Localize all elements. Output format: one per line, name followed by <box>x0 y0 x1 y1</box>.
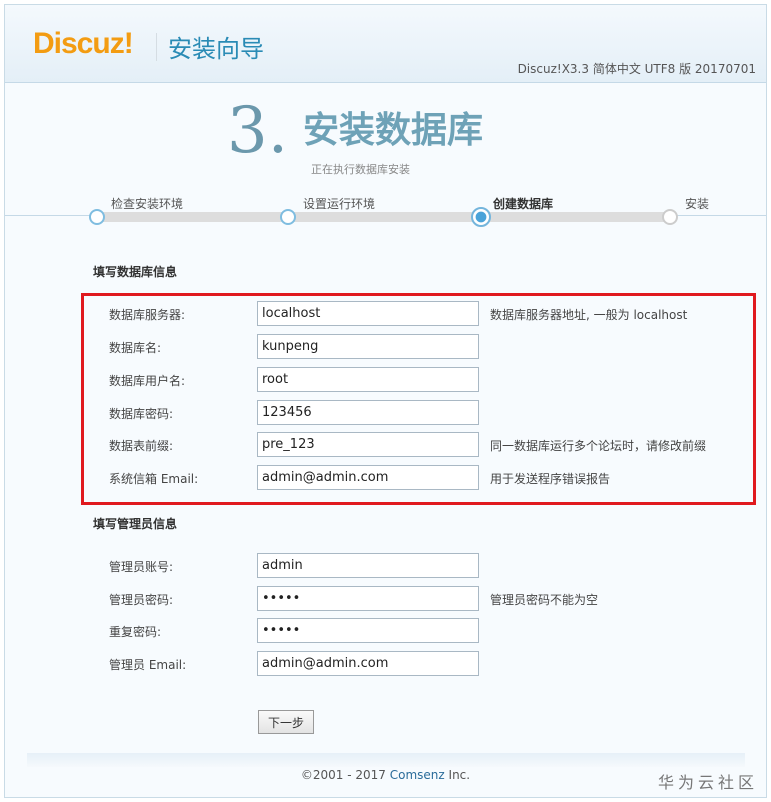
field-label: 系统信箱 Email: <box>109 472 199 486</box>
wizard-title: 安装向导 <box>168 35 264 63</box>
copyright-suffix: Inc. <box>444 768 471 782</box>
step-subtitle: 正在执行数据库安装 <box>311 163 410 176</box>
step-label-1: 检查安装环境 <box>111 197 184 211</box>
form-row-dbhost: 数据库服务器: localhost 数据库服务器地址, 一般为 localhost <box>5 301 766 327</box>
field-tip: 管理员密码不能为空 <box>490 593 599 607</box>
form-row-dbname: 数据库名: kunpeng <box>5 334 766 360</box>
dbname-input[interactable]: kunpeng <box>257 334 479 359</box>
step-dot-3 <box>471 207 491 227</box>
admin-email-input[interactable]: admin@admin.com <box>257 651 479 676</box>
field-label: 数据库用户名: <box>109 374 186 388</box>
field-label: 数据库服务器: <box>109 308 186 322</box>
step-dot-2 <box>280 209 296 225</box>
field-label: 数据库名: <box>109 341 162 355</box>
watermark: 华为云社区 <box>657 773 758 792</box>
form-row-email: 管理员 Email: admin@admin.com <box>5 651 766 677</box>
field-label: 重复密码: <box>109 625 162 639</box>
progress-bar <box>100 212 675 222</box>
divider <box>156 33 157 61</box>
step-number: 3. <box>227 94 289 168</box>
admin-section-title: 填写管理员信息 <box>93 517 178 531</box>
step-label-2: 设置运行环境 <box>303 197 376 211</box>
comsenz-link[interactable]: Comsenz <box>390 768 445 782</box>
form-row-adminemail: 系统信箱 Email: admin@admin.com 用于发送程序错误报告 <box>5 465 766 491</box>
repeat-password-input[interactable]: ••••• <box>257 618 479 643</box>
field-tip: 数据库服务器地址, 一般为 localhost <box>490 308 688 322</box>
field-label: 管理员账号: <box>109 560 174 574</box>
field-label: 数据库密码: <box>109 407 174 421</box>
header: Discuz! 安装向导 Discuz!X3.3 简体中文 UTF8 版 201… <box>5 5 766 83</box>
field-tip: 同一数据库运行多个论坛时，请修改前缀 <box>490 439 707 453</box>
field-label: 数据表前缀: <box>109 439 174 453</box>
field-label: 管理员密码: <box>109 593 174 607</box>
installer-window: Discuz! 安装向导 Discuz!X3.3 简体中文 UTF8 版 201… <box>4 4 767 798</box>
form-row-tablepre: 数据表前缀: pre_123 同一数据库运行多个论坛时，请修改前缀 <box>5 432 766 458</box>
form-row-dbpw: 数据库密码: 123456 <box>5 400 766 426</box>
footer-band <box>27 753 745 767</box>
form-row-password: 管理员密码: ••••• 管理员密码不能为空 <box>5 586 766 612</box>
dbhost-input[interactable]: localhost <box>257 301 479 326</box>
version-info: Discuz!X3.3 简体中文 UTF8 版 20170701 <box>517 62 756 76</box>
system-email-input[interactable]: admin@admin.com <box>257 465 479 490</box>
next-step-button[interactable]: 下一步 <box>258 710 314 734</box>
form-row-username: 管理员账号: admin <box>5 553 766 579</box>
tablepre-input[interactable]: pre_123 <box>257 432 479 457</box>
copyright-prefix: ©2001 - 2017 <box>300 768 390 782</box>
step-dot-1 <box>89 209 105 225</box>
field-label: 管理员 Email: <box>109 658 187 672</box>
step-label-3: 创建数据库 <box>493 197 554 211</box>
form-row-password2: 重复密码: ••••• <box>5 618 766 644</box>
discuz-logo: Discuz! <box>33 27 134 60</box>
step-dot-4 <box>662 209 678 225</box>
form-row-dbuser: 数据库用户名: root <box>5 367 766 393</box>
admin-username-input[interactable]: admin <box>257 553 479 578</box>
dbpw-input[interactable]: 123456 <box>257 400 479 425</box>
step-label-4: 安装 <box>685 197 710 211</box>
dbuser-input[interactable]: root <box>257 367 479 392</box>
step-title: 安装数据库 <box>303 110 484 151</box>
admin-password-input[interactable]: ••••• <box>257 586 479 611</box>
field-tip: 用于发送程序错误报告 <box>490 472 611 486</box>
copyright: ©2001 - 2017 Comsenz Inc. <box>5 768 766 782</box>
db-section-title: 填写数据库信息 <box>93 265 178 279</box>
